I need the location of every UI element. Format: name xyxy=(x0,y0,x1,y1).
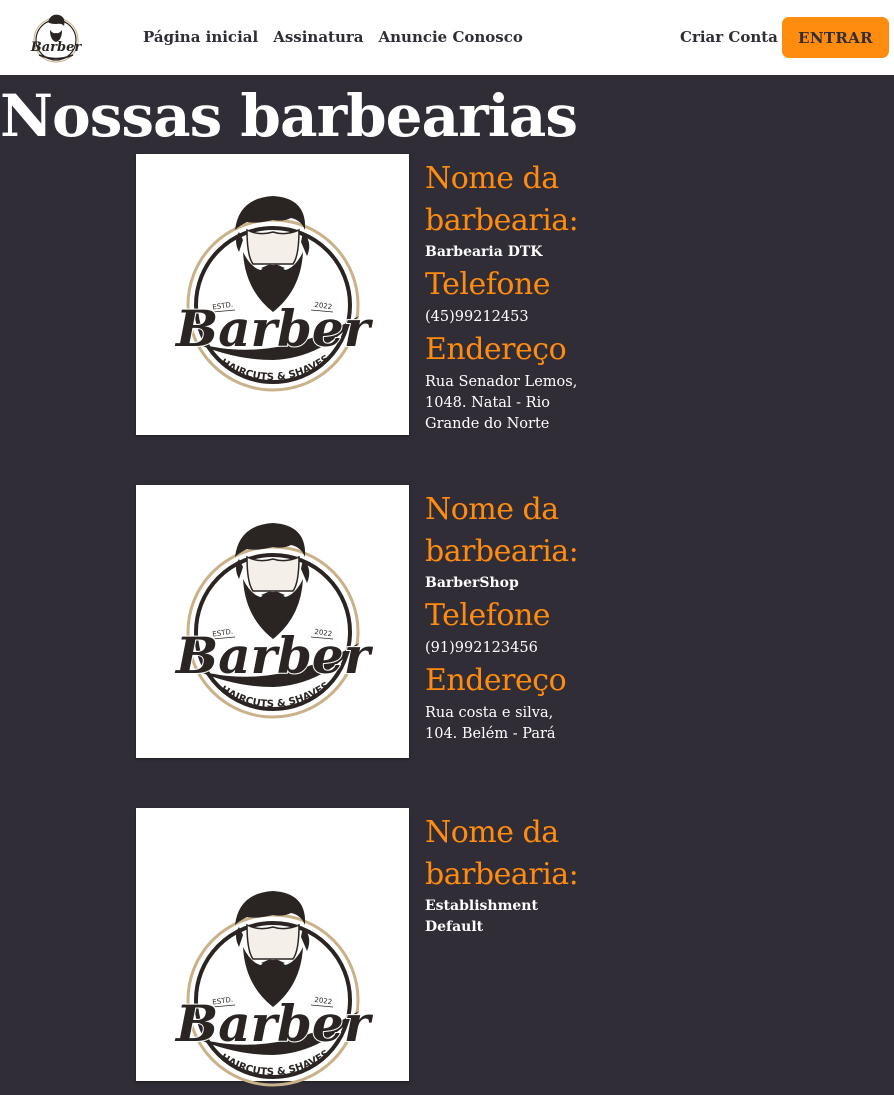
svg-text:Barber: Barber xyxy=(173,994,372,1053)
entrar-button[interactable]: ENTRAR xyxy=(782,17,889,58)
endereco-value: Rua costa e silva, 104. Belém - Pará xyxy=(425,705,556,742)
navbar: Barber Página inicial Assinatura Anuncie… xyxy=(0,0,894,75)
nome-label: Nome da barbearia: xyxy=(425,815,579,892)
barbearia-name: Barbearia DTK xyxy=(425,244,543,260)
nav-link-anuncie-conosco[interactable]: Anuncie Conosco xyxy=(379,28,523,46)
endereco-value: Rua Senador Lemos, 1048. Natal - Rio Gra… xyxy=(425,374,578,432)
barber-logo-icon[interactable]: Barber xyxy=(29,10,84,66)
endereco-label: Endereço xyxy=(425,663,567,698)
nav-links: Página inicial Assinatura Anuncie Conosc… xyxy=(143,28,523,46)
telefone-label: Telefone xyxy=(425,267,551,302)
barbearia-card[interactable]: ESTD. 2022 Barber HAIRCUTS & SHAVES Nome… xyxy=(136,154,596,454)
barbearia-image: ESTD. 2022 Barber HAIRCUTS & SHAVES xyxy=(136,154,409,435)
nav-link-assinatura[interactable]: Assinatura xyxy=(273,28,363,46)
svg-text:Barber: Barber xyxy=(173,626,372,685)
barber-logo-icon: ESTD. 2022 Barber HAIRCUTS & SHAVES xyxy=(173,522,373,718)
barbearia-image: ESTD. 2022 Barber HAIRCUTS & SHAVES xyxy=(136,485,409,758)
telefone-value: (45)99212453 xyxy=(425,309,529,325)
barbearia-info: Nome da barbearia: BarberShop Telefone (… xyxy=(425,485,590,745)
barbearia-card[interactable]: ESTD. 2022 Barber HAIRCUTS & SHAVES Nome… xyxy=(136,808,596,1086)
barber-logo-icon: ESTD. 2022 Barber HAIRCUTS & SHAVES xyxy=(173,195,373,391)
page-title: Nossas barbearias xyxy=(0,82,578,150)
nome-label: Nome da barbearia: xyxy=(425,161,579,238)
nav-link-pagina-inicial[interactable]: Página inicial xyxy=(143,28,258,46)
barbearia-info: Nome da barbearia: Establishment Default xyxy=(425,808,590,938)
telefone-label: Telefone xyxy=(425,598,551,633)
svg-text:Barber: Barber xyxy=(173,299,372,358)
telefone-value: (91)992123456 xyxy=(425,640,538,656)
barbearia-name: Establishment Default xyxy=(425,898,538,935)
criar-conta-link[interactable]: Criar Conta xyxy=(680,28,778,46)
barbearia-info: Nome da barbearia: Barbearia DTK Telefon… xyxy=(425,154,590,435)
barbearia-name: BarberShop xyxy=(425,575,519,591)
endereco-label: Endereço xyxy=(425,332,567,367)
barbearia-image: ESTD. 2022 Barber HAIRCUTS & SHAVES xyxy=(136,808,409,1086)
barbearia-card[interactable]: ESTD. 2022 Barber HAIRCUTS & SHAVES Nome… xyxy=(136,485,596,765)
barber-logo-icon: ESTD. 2022 Barber HAIRCUTS & SHAVES xyxy=(173,890,373,1086)
nome-label: Nome da barbearia: xyxy=(425,492,579,569)
svg-text:Barber: Barber xyxy=(30,40,83,55)
